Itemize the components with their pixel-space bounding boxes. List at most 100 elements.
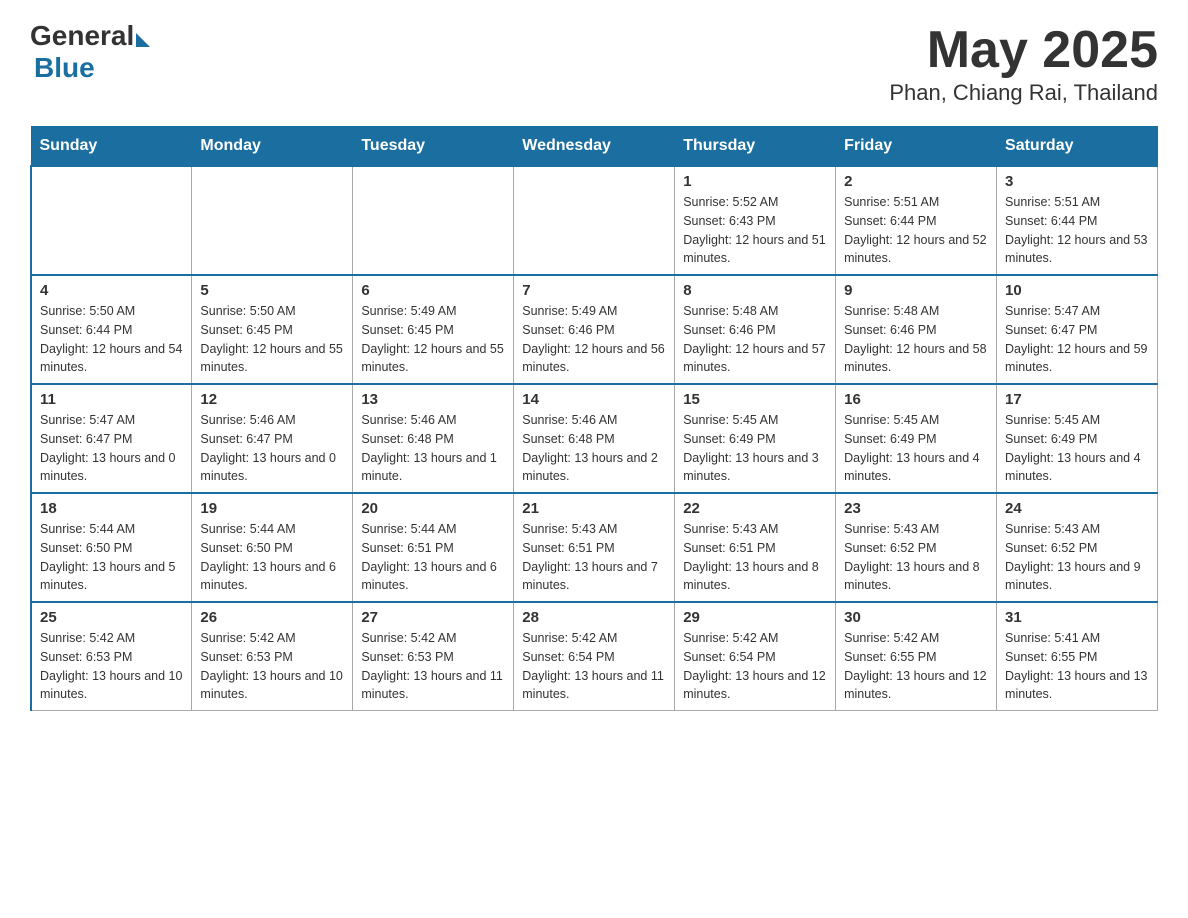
- day-info: Sunrise: 5:50 AMSunset: 6:44 PMDaylight:…: [40, 302, 183, 377]
- calendar-cell: [31, 166, 192, 275]
- day-number: 18: [40, 500, 183, 517]
- calendar-week-row: 4 Sunrise: 5:50 AMSunset: 6:44 PMDaylight…: [31, 275, 1158, 384]
- day-number: 11: [40, 391, 183, 408]
- day-info: Sunrise: 5:49 AMSunset: 6:45 PMDaylight:…: [361, 302, 505, 377]
- calendar-cell: 22 Sunrise: 5:43 AMSunset: 6:51 PMDayligh…: [675, 493, 836, 602]
- day-number: 4: [40, 282, 183, 299]
- day-number: 13: [361, 391, 505, 408]
- calendar-cell: 6 Sunrise: 5:49 AMSunset: 6:45 PMDaylight…: [353, 275, 514, 384]
- day-number: 23: [844, 500, 988, 517]
- day-info: Sunrise: 5:50 AMSunset: 6:45 PMDaylight:…: [200, 302, 344, 377]
- calendar-cell: 20Sunrise: 5:44 AMSunset: 6:51 PMDayligh…: [353, 493, 514, 602]
- day-number: 6: [361, 282, 505, 299]
- day-info: Sunrise: 5:51 AMSunset: 6:44 PMDaylight:…: [1005, 193, 1149, 268]
- day-info: Sunrise: 5:45 AMSunset: 6:49 PMDaylight:…: [683, 411, 827, 486]
- day-info: Sunrise: 5:42 AMSunset: 6:53 PMDaylight:…: [361, 629, 505, 704]
- day-info: Sunrise: 5:46 AMSunset: 6:48 PMDaylight:…: [361, 411, 505, 486]
- day-of-week-header: Wednesday: [514, 127, 675, 167]
- calendar-cell: 23 Sunrise: 5:43 AMSunset: 6:52 PMDayligh…: [836, 493, 997, 602]
- calendar-cell: 4 Sunrise: 5:50 AMSunset: 6:44 PMDaylight…: [31, 275, 192, 384]
- day-of-week-header: Monday: [192, 127, 353, 167]
- day-number: 26: [200, 609, 344, 626]
- calendar-cell: 29Sunrise: 5:42 AMSunset: 6:54 PMDayligh…: [675, 602, 836, 711]
- day-number: 7: [522, 282, 666, 299]
- day-number: 27: [361, 609, 505, 626]
- day-number: 22: [683, 500, 827, 517]
- calendar-cell: 13 Sunrise: 5:46 AMSunset: 6:48 PMDayligh…: [353, 384, 514, 493]
- day-info: Sunrise: 5:46 AMSunset: 6:48 PMDaylight:…: [522, 411, 666, 486]
- calendar-table: SundayMondayTuesdayWednesdayThursdayFrid…: [30, 126, 1158, 711]
- day-info: Sunrise: 5:47 AMSunset: 6:47 PMDaylight:…: [1005, 302, 1149, 377]
- calendar-cell: 8Sunrise: 5:48 AMSunset: 6:46 PMDaylight…: [675, 275, 836, 384]
- day-number: 16: [844, 391, 988, 408]
- day-number: 3: [1005, 173, 1149, 190]
- day-info: Sunrise: 5:43 AMSunset: 6:52 PMDaylight:…: [1005, 520, 1149, 595]
- calendar-week-row: 1Sunrise: 5:52 AMSunset: 6:43 PMDaylight…: [31, 166, 1158, 275]
- day-number: 20: [361, 500, 505, 517]
- day-info: Sunrise: 5:44 AMSunset: 6:50 PMDaylight:…: [200, 520, 344, 595]
- logo-arrow-icon: [136, 33, 150, 47]
- title-block: May 2025 Phan, Chiang Rai, Thailand: [889, 20, 1158, 106]
- calendar-cell: 12 Sunrise: 5:46 AMSunset: 6:47 PMDayligh…: [192, 384, 353, 493]
- day-number: 5: [200, 282, 344, 299]
- day-number: 1: [683, 173, 827, 190]
- calendar-cell: 26 Sunrise: 5:42 AMSunset: 6:53 PMDayligh…: [192, 602, 353, 711]
- day-number: 19: [200, 500, 344, 517]
- day-number: 24: [1005, 500, 1149, 517]
- calendar-cell: 1Sunrise: 5:52 AMSunset: 6:43 PMDaylight…: [675, 166, 836, 275]
- day-number: 25: [40, 609, 183, 626]
- day-number: 15: [683, 391, 827, 408]
- calendar-cell: 18Sunrise: 5:44 AMSunset: 6:50 PMDayligh…: [31, 493, 192, 602]
- day-number: 28: [522, 609, 666, 626]
- calendar-cell: 15 Sunrise: 5:45 AMSunset: 6:49 PMDayligh…: [675, 384, 836, 493]
- day-info: Sunrise: 5:42 AMSunset: 6:55 PMDaylight:…: [844, 629, 988, 704]
- day-info: Sunrise: 5:49 AMSunset: 6:46 PMDaylight:…: [522, 302, 666, 377]
- logo-general-text: General: [30, 20, 134, 52]
- day-info: Sunrise: 5:46 AMSunset: 6:47 PMDaylight:…: [200, 411, 344, 486]
- day-number: 2: [844, 173, 988, 190]
- day-number: 10: [1005, 282, 1149, 299]
- calendar-cell: 30 Sunrise: 5:42 AMSunset: 6:55 PMDayligh…: [836, 602, 997, 711]
- day-number: 29: [683, 609, 827, 626]
- calendar-cell: 17Sunrise: 5:45 AMSunset: 6:49 PMDayligh…: [997, 384, 1158, 493]
- day-info: Sunrise: 5:42 AMSunset: 6:53 PMDaylight:…: [40, 629, 183, 704]
- day-info: Sunrise: 5:42 AMSunset: 6:53 PMDaylight:…: [200, 629, 344, 704]
- calendar-cell: 21Sunrise: 5:43 AMSunset: 6:51 PMDayligh…: [514, 493, 675, 602]
- day-of-week-header: Saturday: [997, 127, 1158, 167]
- calendar-cell: [192, 166, 353, 275]
- calendar-week-row: 11 Sunrise: 5:47 AMSunset: 6:47 PMDayligh…: [31, 384, 1158, 493]
- calendar-cell: 9 Sunrise: 5:48 AMSunset: 6:46 PMDaylight…: [836, 275, 997, 384]
- calendar-cell: 7 Sunrise: 5:49 AMSunset: 6:46 PMDaylight…: [514, 275, 675, 384]
- calendar-cell: 31 Sunrise: 5:41 AMSunset: 6:55 PMDayligh…: [997, 602, 1158, 711]
- day-number: 30: [844, 609, 988, 626]
- day-number: 9: [844, 282, 988, 299]
- logo: General Blue: [30, 20, 150, 84]
- page-header: General Blue May 2025 Phan, Chiang Rai, …: [30, 20, 1158, 106]
- calendar-cell: 3 Sunrise: 5:51 AMSunset: 6:44 PMDaylight…: [997, 166, 1158, 275]
- day-number: 12: [200, 391, 344, 408]
- day-info: Sunrise: 5:41 AMSunset: 6:55 PMDaylight:…: [1005, 629, 1149, 704]
- calendar-week-row: 25 Sunrise: 5:42 AMSunset: 6:53 PMDayligh…: [31, 602, 1158, 711]
- calendar-cell: 16 Sunrise: 5:45 AMSunset: 6:49 PMDayligh…: [836, 384, 997, 493]
- day-of-week-header: Sunday: [31, 127, 192, 167]
- day-info: Sunrise: 5:45 AMSunset: 6:49 PMDaylight:…: [844, 411, 988, 486]
- month-year-title: May 2025: [889, 20, 1158, 80]
- day-info: Sunrise: 5:47 AMSunset: 6:47 PMDaylight:…: [40, 411, 183, 486]
- calendar-week-row: 18 Sunrise: 5:44 AMSunset: 6:50 PMDayligh…: [31, 493, 1158, 602]
- calendar-cell: 24 Sunrise: 5:43 AMSunset: 6:52 PMDayligh…: [997, 493, 1158, 602]
- calendar-cell: [353, 166, 514, 275]
- day-number: 21: [522, 500, 666, 517]
- day-info: Sunrise: 5:48 AMSunset: 6:46 PMDaylight:…: [844, 302, 988, 377]
- calendar-cell: 27 Sunrise: 5:42 AMSunset: 6:53 PMDayligh…: [353, 602, 514, 711]
- day-number: 8: [683, 282, 827, 299]
- day-info: Sunrise: 5:43 AMSunset: 6:52 PMDaylight:…: [844, 520, 988, 595]
- day-of-week-header: Tuesday: [353, 127, 514, 167]
- calendar-cell: 25 Sunrise: 5:42 AMSunset: 6:53 PMDayligh…: [31, 602, 192, 711]
- day-of-week-header: Friday: [836, 127, 997, 167]
- day-number: 31: [1005, 609, 1149, 626]
- calendar-cell: 5 Sunrise: 5:50 AMSunset: 6:45 PMDaylight…: [192, 275, 353, 384]
- day-info: Sunrise: 5:43 AMSunset: 6:51 PMDaylight:…: [683, 520, 827, 595]
- calendar-cell: 10 Sunrise: 5:47 AMSunset: 6:47 PMDayligh…: [997, 275, 1158, 384]
- calendar-cell: 14Sunrise: 5:46 AMSunset: 6:48 PMDayligh…: [514, 384, 675, 493]
- calendar-cell: [514, 166, 675, 275]
